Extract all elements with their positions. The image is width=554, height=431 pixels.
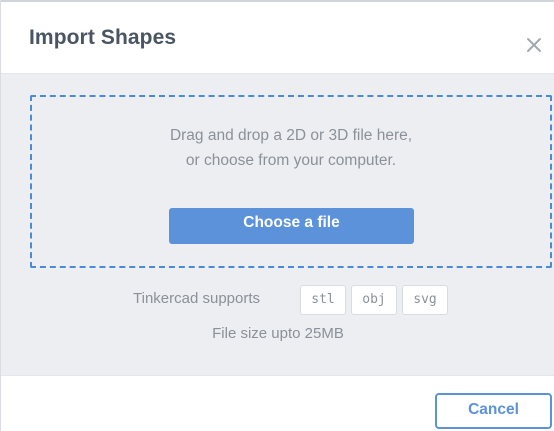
close-icon[interactable]	[525, 36, 543, 54]
dropzone-instruction-line-1: Drag and drop a 2D or 3D file here,	[169, 127, 413, 144]
cancel-button[interactable]: Cancel	[435, 393, 552, 429]
format-badge-obj: obj	[351, 285, 397, 315]
dialog-header: Import Shapes	[1, 2, 554, 74]
dialog-body: Drag and drop a 2D or 3D file here, or c…	[1, 74, 554, 375]
format-badge-svg: svg	[402, 285, 448, 315]
choose-file-button[interactable]: Choose a file	[169, 208, 414, 244]
format-badge-stl: stl	[300, 285, 346, 315]
file-size-limit: File size upto 25MB	[212, 325, 344, 342]
file-dropzone[interactable]: Drag and drop a 2D or 3D file here, or c…	[30, 95, 552, 268]
dialog-title: Import Shapes	[29, 26, 177, 49]
dropzone-instruction-line-2: or choose from your computer.	[185, 152, 397, 169]
dialog-footer: Cancel	[1, 375, 554, 431]
import-shapes-dialog: Import Shapes Drag and drop a 2D or 3D f…	[0, 0, 554, 431]
supported-formats: Tinkercad supports stl obj svg	[1, 284, 554, 316]
supports-label: Tinkercad supports	[133, 290, 261, 307]
